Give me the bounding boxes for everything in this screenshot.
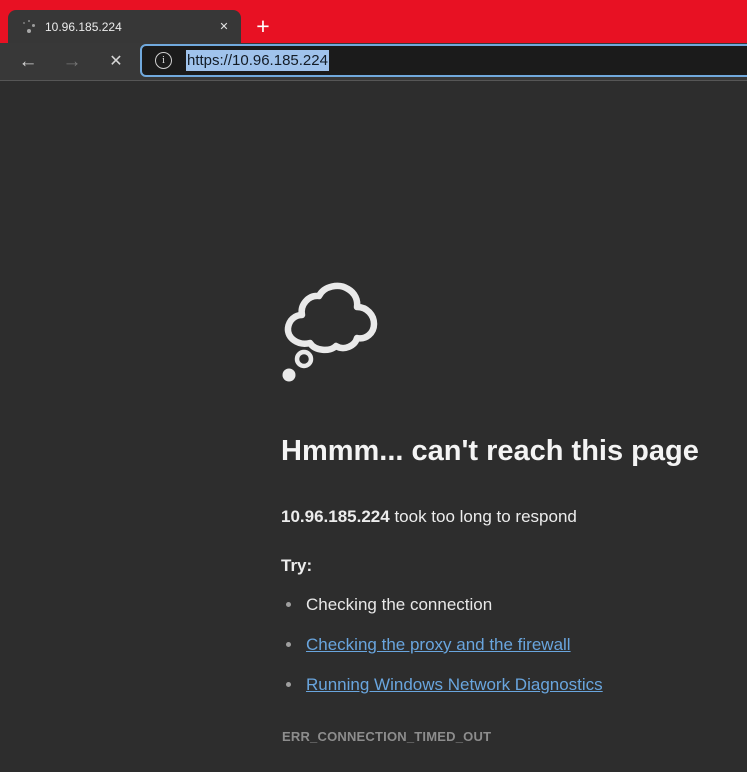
error-page: Hmmm... can't reach this page 10.96.185.…: [0, 82, 747, 772]
url-selected-text: https://10.96.185.224: [186, 50, 329, 71]
error-content: Hmmm... can't reach this page 10.96.185.…: [281, 277, 731, 772]
error-host: 10.96.185.224: [281, 507, 390, 526]
tab-close-icon[interactable]: ✕: [215, 18, 233, 36]
navigation-toolbar: ← → ✕ i https://10.96.185.224: [0, 43, 747, 81]
list-item: Running Windows Network Diagnostics: [281, 674, 603, 714]
browser-tab[interactable]: 10.96.185.224 ✕: [8, 10, 241, 43]
tab-strip: 10.96.185.224 ✕ +: [0, 0, 747, 43]
proxy-firewall-link[interactable]: Checking the proxy and the firewall: [306, 635, 571, 654]
back-button[interactable]: ←: [13, 47, 43, 77]
suggestion-list: Checking the connection Checking the pro…: [281, 594, 603, 714]
error-heading: Hmmm... can't reach this page: [281, 435, 731, 468]
suggestion-text: Checking the connection: [306, 595, 492, 614]
new-tab-button[interactable]: +: [249, 13, 277, 41]
thought-cloud-icon: [277, 279, 381, 387]
forward-button[interactable]: →: [57, 47, 87, 77]
error-code: ERR_CONNECTION_TIMED_OUT: [282, 729, 491, 744]
stop-button[interactable]: ✕: [101, 47, 131, 77]
network-diagnostics-link[interactable]: Running Windows Network Diagnostics: [306, 675, 603, 694]
site-info-icon[interactable]: i: [155, 52, 172, 69]
list-item: Checking the connection: [281, 594, 603, 634]
address-bar[interactable]: i https://10.96.185.224: [140, 44, 747, 77]
tab-title: 10.96.185.224: [45, 20, 215, 34]
error-subtitle-text: took too long to respond: [390, 507, 577, 526]
try-label: Try:: [281, 556, 312, 576]
error-subtitle: 10.96.185.224 took too long to respond: [281, 507, 577, 527]
browser-window: 10.96.185.224 ✕ + ← → ✕ i https://10.96.…: [0, 0, 747, 772]
loading-spinner-icon: [20, 18, 38, 36]
url-input[interactable]: https://10.96.185.224: [186, 52, 329, 69]
list-item: Checking the proxy and the firewall: [281, 634, 603, 674]
